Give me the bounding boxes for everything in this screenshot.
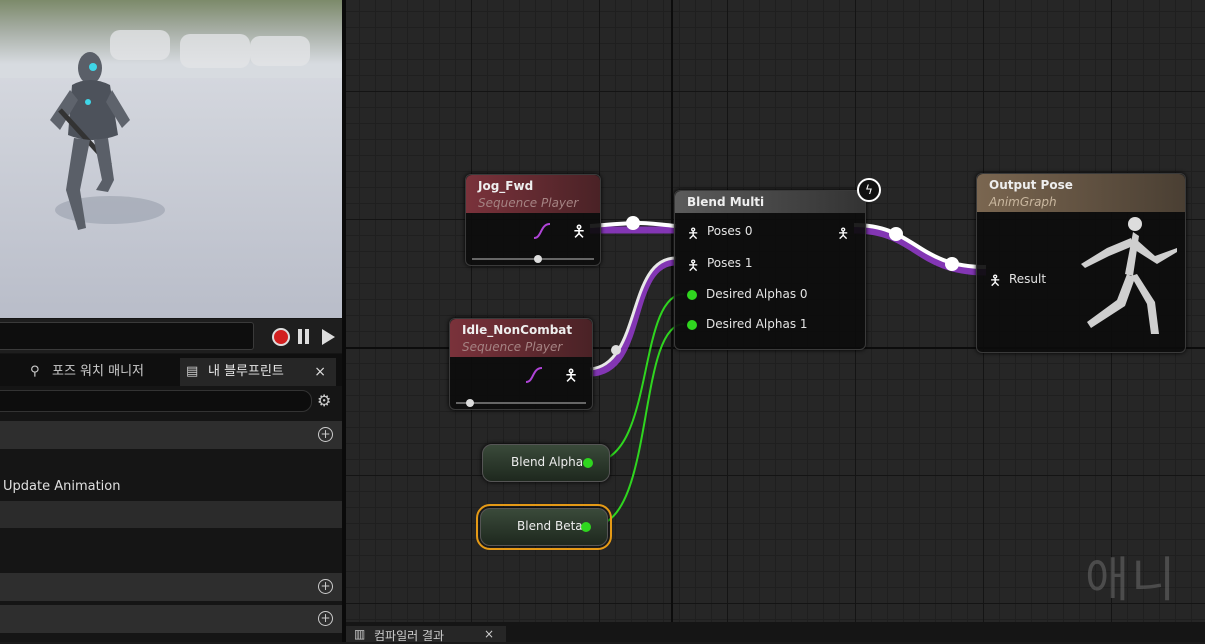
list-item[interactable]: Update Animation [3, 479, 121, 494]
category-header[interactable]: + [0, 573, 342, 601]
pause-button[interactable] [298, 329, 312, 348]
play-rate-slider[interactable] [472, 255, 594, 263]
tab-pose-watch-manager[interactable]: ⚲ 포즈 워치 매니저 [0, 358, 178, 386]
pose-watch-icon: ⚲ [30, 364, 40, 379]
tab-label: 컴파일러 결과 [374, 629, 445, 643]
running-mannequin-icon [1081, 217, 1177, 334]
bottom-panel: ▥ 컴파일러 결과 × [346, 622, 1205, 643]
animation-preview-viewport[interactable] [0, 0, 342, 318]
pose-output-pin-icon[interactable]: 🯅 [572, 221, 586, 248]
node-header: Idle_NonCombat Sequence Player [450, 319, 592, 357]
panel-tab-bar: ⚲ 포즈 워치 매니저 ▤ 내 블루프린트 × [0, 354, 342, 386]
sequence-bar [0, 319, 342, 353]
node-output-pose[interactable]: Output Pose AnimGraph 🯅 Result [976, 173, 1186, 353]
tab-my-blueprint[interactable]: ▤ 내 블루프린트 × [180, 358, 336, 386]
play-button[interactable] [322, 329, 335, 345]
list-item[interactable] [0, 501, 342, 528]
close-icon[interactable]: × [484, 627, 494, 641]
node-header: Output Pose AnimGraph [977, 174, 1185, 212]
play-rate-slider[interactable] [456, 399, 586, 407]
left-panel: ⚲ 포즈 워치 매니저 ▤ 내 블루프린트 × ⚙ + Update Anima… [0, 0, 342, 642]
category-header[interactable]: + [0, 605, 342, 633]
float-output-pin[interactable] [583, 458, 593, 468]
close-icon[interactable]: × [314, 358, 326, 386]
add-icon[interactable]: + [318, 579, 333, 594]
fast-path-lightning-icon: ϟ [857, 178, 881, 202]
node-title: Idle_NonCombat [462, 323, 573, 337]
variable-label: Blend Beta [517, 519, 583, 533]
pin-label-poses-1: Poses 1 [707, 256, 753, 270]
float-input-pin[interactable] [687, 320, 697, 330]
tab-label: 포즈 워치 매니저 [52, 364, 144, 379]
background-blur-car [180, 34, 250, 68]
node-blend-multi[interactable]: Blend Multi ϟ 🯅 Poses 0 🯅 🯅 Poses 1 Desi… [674, 178, 881, 350]
pin-label-desired-alphas-1: Desired Alphas 1 [706, 317, 808, 331]
node-subtitle: Sequence Player [462, 340, 563, 354]
node-header: Jog_Fwd Sequence Player [466, 175, 600, 213]
tab-compiler-results[interactable]: ▥ 컴파일러 결과 × [346, 626, 506, 643]
record-button[interactable] [272, 328, 290, 346]
add-icon[interactable]: + [318, 427, 333, 442]
pin-label-poses-0: Poses 0 [707, 224, 753, 238]
pose-input-pin-icon[interactable]: 🯅 [989, 270, 1001, 294]
category-header[interactable]: + [0, 421, 342, 449]
pin-label-desired-alphas-0: Desired Alphas 0 [706, 287, 808, 301]
pose-input-pin-icon[interactable]: 🯅 [687, 255, 699, 279]
anim-graph-editor[interactable]: Jog_Fwd Sequence Player 🯅 Idle_NonCombat… [346, 0, 1205, 622]
search-input[interactable] [0, 390, 312, 412]
node-title: Blend Multi [687, 195, 765, 209]
pose-output-pin-icon[interactable]: 🯅 [564, 365, 578, 392]
sequence-curve-icon [525, 367, 543, 383]
background-blur-car [250, 36, 310, 66]
variable-node-blend-alpha[interactable]: Blend Alpha [482, 444, 610, 482]
node-title: Output Pose [989, 178, 1073, 192]
timeline-scrubber[interactable] [0, 322, 254, 350]
add-icon[interactable]: + [318, 611, 333, 626]
pose-input-pin-icon[interactable]: 🯅 [687, 223, 699, 247]
node-sequence-player-jog-fwd[interactable]: Jog_Fwd Sequence Player 🯅 [465, 174, 601, 266]
graph-watermark: 애니 [1085, 552, 1178, 608]
character-mannequin-preview [50, 52, 165, 230]
node-subtitle: AnimGraph [989, 195, 1057, 209]
node-header: Blend Multi [675, 191, 865, 213]
float-input-pin[interactable] [687, 290, 697, 300]
pin-label-result: Result [1009, 272, 1047, 286]
compiler-results-icon: ▥ [354, 627, 366, 641]
float-output-pin[interactable] [581, 522, 591, 532]
blueprint-book-icon: ▤ [186, 364, 199, 379]
variable-label: Blend Alpha [511, 455, 584, 469]
sequence-curve-icon [533, 223, 551, 239]
pose-output-pin-icon[interactable]: 🯅 [837, 223, 849, 247]
node-title: Jog_Fwd [478, 179, 534, 193]
node-subtitle: Sequence Player [478, 196, 579, 210]
variable-node-blend-beta[interactable]: Blend Beta [476, 504, 612, 550]
tab-label: 내 블루프린트 [208, 364, 284, 379]
gear-icon[interactable]: ⚙ [317, 392, 335, 410]
node-sequence-player-idle-noncombat[interactable]: Idle_NonCombat Sequence Player 🯅 [449, 318, 593, 410]
